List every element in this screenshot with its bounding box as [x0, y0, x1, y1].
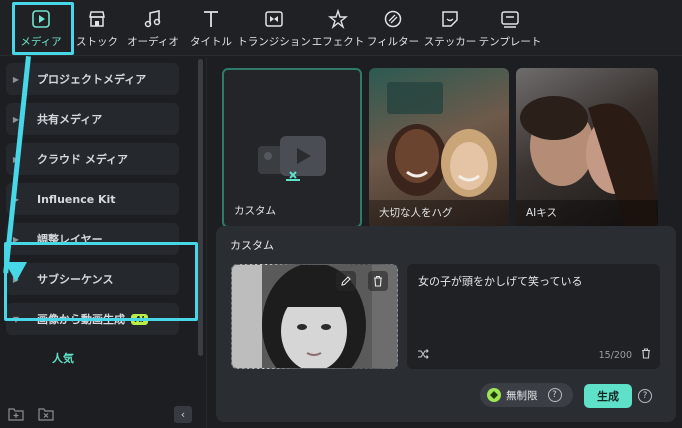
template-card-ai-kiss[interactable]: AIキス — [516, 68, 658, 228]
tab-transition[interactable]: トランジション — [237, 0, 311, 56]
card-caption: AIキス — [526, 207, 557, 219]
tab-sticker[interactable]: ステッカー — [423, 0, 477, 56]
card-caption: カスタム — [234, 205, 276, 217]
sidebar-item-label: Influence Kit — [37, 192, 116, 206]
kiss-thumbnail — [516, 96, 658, 228]
edit-icon[interactable] — [336, 271, 356, 291]
tab-effect-label: エフェクト — [311, 36, 365, 48]
prompt-char-count: 15/200 — [598, 350, 632, 361]
sidebar-item-label: 共有メディア — [37, 113, 103, 126]
sticker-icon — [439, 8, 461, 30]
tab-stock[interactable]: ストック — [76, 0, 118, 56]
sidebar-item-cloud-media[interactable]: ▶ クラウド メディア — [6, 143, 179, 175]
prompt-text: 女の子が頭をかしげて笑っている — [418, 275, 583, 288]
collapse-sidebar-button[interactable]: ‹ — [174, 406, 192, 423]
generate-button[interactable]: 生成 — [584, 384, 632, 408]
new-folder-icon[interactable] — [8, 407, 24, 421]
tab-template-label: テンプレート — [478, 36, 542, 48]
hug-thumbnail — [369, 82, 509, 228]
generate-help-icon[interactable]: ? — [638, 389, 652, 403]
stock-icon — [86, 8, 108, 30]
title-t-icon — [200, 8, 222, 30]
credit-gem-icon — [487, 388, 501, 402]
sidebar-item-shared-media[interactable]: ▶ 共有メディア — [6, 103, 179, 135]
music-note-icon — [142, 8, 164, 30]
tab-filter-label: フィルター — [366, 36, 420, 48]
delete-image-icon[interactable] — [368, 271, 388, 291]
sidebar-footer: ‹ — [0, 403, 206, 428]
filter-icon — [382, 8, 404, 30]
panel-title: カスタム — [230, 239, 274, 252]
sidebar-item-influence-kit[interactable]: ▶ Influence Kit — [6, 183, 179, 215]
sidebar-subitem-popular[interactable]: 人気 — [52, 350, 74, 366]
tab-effect[interactable]: エフェクト — [312, 0, 364, 56]
image-video-placeholder-icon — [258, 136, 326, 181]
top-toolbar: メディア ストック オーディオ タイトル トランジション エフェクト フィルター… — [0, 0, 682, 56]
template-card-custom[interactable]: カスタム — [222, 68, 362, 228]
unlimited-help-icon[interactable]: ? — [547, 388, 562, 402]
transition-icon — [263, 8, 285, 30]
clear-prompt-icon[interactable] — [641, 348, 651, 362]
card-caption: 大切な人をハグ — [379, 207, 453, 219]
prompt-textarea[interactable]: 女の子が頭をかしげて笑っている 15/200 — [407, 264, 660, 369]
unlimited-credits-button[interactable]: 無制限 ? — [480, 383, 573, 407]
tab-audio[interactable]: オーディオ — [127, 0, 179, 56]
sidebar-item-label: クラウド メディア — [37, 153, 129, 166]
shuffle-icon[interactable] — [417, 349, 429, 362]
template-card-hug[interactable]: 大切な人をハグ — [369, 68, 509, 228]
tab-title[interactable]: タイトル — [190, 0, 232, 56]
tab-transition-label: トランジション — [237, 36, 311, 48]
tab-template[interactable]: テンプレート — [479, 0, 541, 56]
tab-audio-label: オーディオ — [127, 36, 179, 48]
sidebar-divider — [206, 57, 207, 428]
custom-generation-panel: カスタム 女の子が頭をかしげて笑っている 15/200 無制限 ? 生成 ? — [216, 226, 676, 422]
guide-arrow-head — [5, 262, 27, 282]
image-to-video-highlight-box — [4, 242, 198, 321]
sidebar-item-project-media[interactable]: ▶ プロジェクトメディア — [6, 63, 179, 95]
remove-folder-icon[interactable] — [38, 407, 54, 421]
tab-title-label: タイトル — [190, 36, 232, 48]
tab-stock-label: ストック — [76, 36, 118, 48]
uploaded-image-box[interactable] — [231, 264, 398, 369]
unlimited-label: 無制限 — [506, 389, 538, 402]
tab-filter[interactable]: フィルター — [366, 0, 420, 56]
template-icon — [499, 8, 521, 30]
sidebar-scrollbar[interactable] — [198, 59, 203, 356]
tab-sticker-label: ステッカー — [423, 36, 477, 48]
media-tab-highlight-box — [12, 2, 74, 55]
effect-star-icon — [327, 8, 349, 30]
sidebar-item-label: プロジェクトメディア — [37, 73, 147, 86]
